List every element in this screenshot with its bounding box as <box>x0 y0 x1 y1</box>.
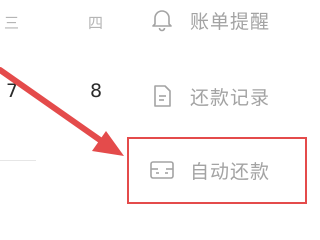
arrow-annotation <box>0 67 124 156</box>
